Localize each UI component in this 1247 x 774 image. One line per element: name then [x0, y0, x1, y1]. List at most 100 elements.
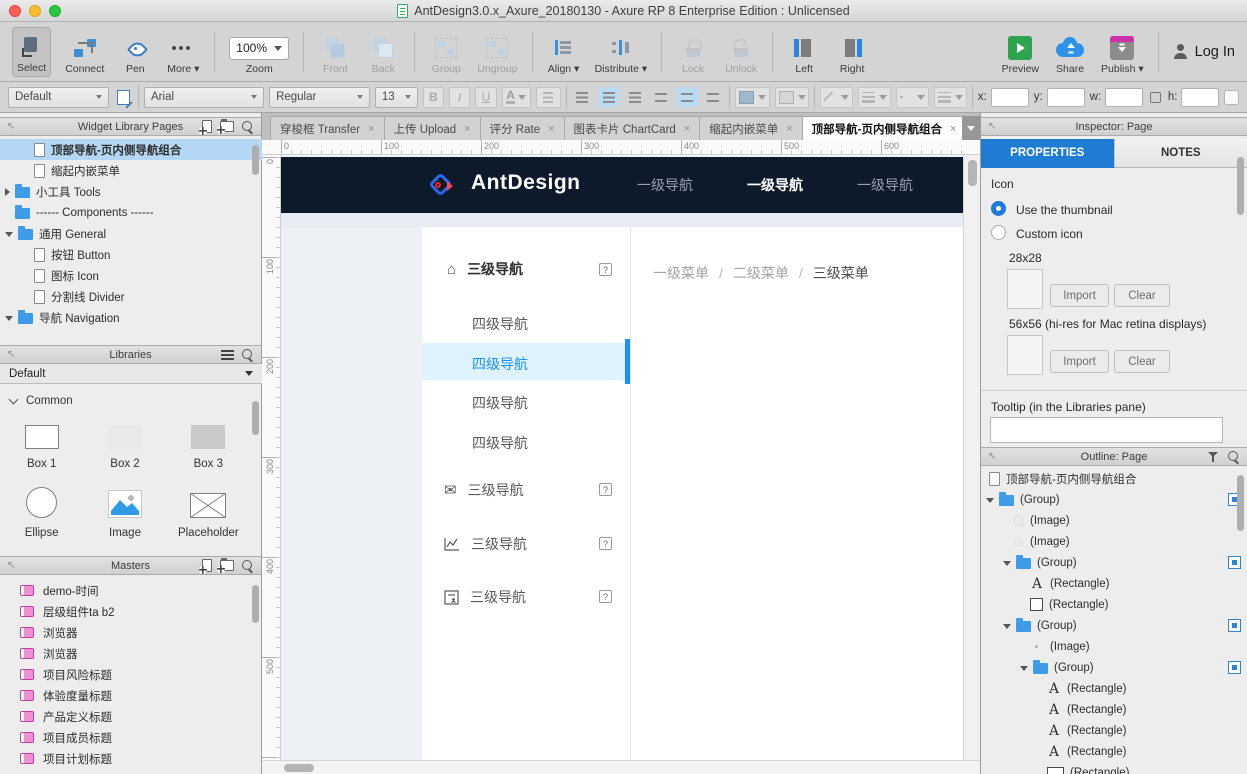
master-item[interactable]: 项目成员标题 [0, 727, 262, 748]
font-weight-select[interactable]: Regular [269, 86, 370, 108]
search-icon[interactable] [242, 559, 254, 572]
italic-button[interactable]: I [449, 86, 471, 108]
search-icon[interactable] [242, 348, 254, 361]
canvas-horizontal-scrollbar[interactable] [262, 760, 980, 774]
tree-item-page[interactable]: 顶部导航-页内侧导航组合 [0, 139, 262, 160]
align-button[interactable]: Align ▾ [547, 29, 581, 75]
tree-item-folder[interactable]: 导航 Navigation [0, 307, 262, 328]
distribute-button[interactable]: Distribute ▾ [595, 29, 647, 75]
clear-large-button[interactable]: Clear [1114, 350, 1170, 373]
collapse-arrow-icon[interactable] [1003, 560, 1011, 566]
x-input[interactable] [990, 87, 1029, 107]
minimize-window-button[interactable] [29, 5, 41, 17]
expand-arrow-icon[interactable] [5, 187, 10, 196]
widget-box1[interactable]: Box 1 [0, 415, 83, 470]
tab-close-icon[interactable]: × [786, 123, 792, 135]
collapse-panel-icon[interactable]: ↖ [988, 121, 996, 132]
tree-item-page[interactable]: 缩起内嵌菜单 [0, 160, 262, 181]
tab-notes[interactable]: NOTES [1114, 139, 1247, 168]
outline-item-image[interactable]: (Image) [981, 531, 1247, 552]
outline-item-rectangle[interactable]: A (Rectangle) [981, 741, 1247, 762]
widget-box3[interactable]: Box 3 [167, 415, 250, 470]
master-item[interactable]: 产品定义标题 [0, 706, 262, 727]
master-item[interactable]: 项目风险标题 [0, 664, 262, 685]
canvas-tab[interactable]: 缩起内嵌菜单 × [699, 116, 803, 140]
lock-button[interactable]: Lock [676, 29, 710, 75]
line-color-button[interactable] [820, 86, 854, 108]
tab-close-icon[interactable]: × [684, 123, 690, 135]
zoom-select[interactable]: 100% [229, 36, 290, 60]
collapse-arrow-icon[interactable] [986, 497, 994, 503]
tab-close-icon[interactable]: × [548, 123, 554, 135]
collapse-arrow-icon[interactable] [1003, 623, 1011, 629]
outline-item-rectangle[interactable]: A (Rectangle) [981, 678, 1247, 699]
widget-image[interactable]: Image [83, 484, 166, 539]
h-input[interactable] [1181, 87, 1220, 107]
scrollbar-thumb[interactable] [252, 585, 259, 623]
scrollbar-thumb[interactable] [1237, 157, 1244, 215]
menu-icon[interactable] [221, 349, 234, 360]
publish-button[interactable]: Publish ▾ [1101, 29, 1144, 75]
tab-close-icon[interactable]: × [464, 123, 470, 135]
menu-item-level4[interactable]: 四级导航 [472, 433, 528, 453]
edit-style-button[interactable] [114, 87, 133, 107]
line-weight-button[interactable] [858, 86, 892, 108]
font-family-select[interactable]: Arial [144, 86, 265, 108]
widget-box2[interactable]: Box 2 [83, 415, 166, 470]
outline-item-group[interactable]: (Group) [981, 657, 1247, 678]
align-top-button[interactable] [650, 87, 671, 107]
bold-button[interactable]: B [422, 86, 445, 108]
use-thumbnail-radio[interactable] [991, 201, 1006, 216]
canvas-tab[interactable]: 上传 Upload × [383, 116, 481, 140]
fill-color-button[interactable] [734, 86, 770, 108]
ungroup-button[interactable]: Ungroup [477, 29, 518, 75]
collapse-panel-icon[interactable]: ↖ [7, 560, 15, 571]
tree-item-page[interactable]: 按钮 Button [0, 244, 262, 265]
help-icon[interactable]: ? [599, 537, 612, 550]
master-item[interactable]: 层级组件ta b2 [0, 601, 262, 622]
add-master-icon[interactable] [199, 559, 212, 574]
align-text-center-button[interactable] [597, 87, 620, 107]
y-input[interactable] [1046, 87, 1085, 107]
format-extra-button[interactable] [1224, 89, 1239, 105]
help-icon[interactable]: ? [599, 590, 612, 603]
align-bottom-button[interactable] [703, 87, 724, 107]
menu-item-level3[interactable]: 三级导航 [444, 534, 527, 554]
bring-front-button[interactable]: Front [318, 29, 352, 75]
group-badge-icon[interactable] [1228, 556, 1241, 569]
breadcrumb-item[interactable]: 二级菜单 [733, 263, 789, 283]
background-color-button[interactable] [774, 86, 810, 108]
font-color-button[interactable]: A [501, 86, 531, 108]
outline-item-rectangle[interactable]: A (Rectangle) [981, 573, 1247, 594]
scrollbar-thumb[interactable] [968, 160, 977, 186]
breadcrumb-item[interactable]: 一级菜单 [653, 263, 709, 283]
scrollbar-thumb[interactable] [284, 764, 314, 772]
help-icon[interactable]: ? [599, 263, 612, 276]
align-right-button[interactable]: Right [835, 29, 869, 75]
search-icon[interactable] [242, 120, 254, 133]
tab-overflow-button[interactable] [962, 116, 980, 140]
master-item[interactable]: 浏览器 [0, 622, 262, 643]
unlock-button[interactable]: Unlock [724, 29, 758, 75]
outline-item-group[interactable]: (Group) [981, 489, 1247, 510]
align-middle-button[interactable] [676, 87, 698, 107]
canvas-tab[interactable]: 图表卡片 ChartCard × [563, 116, 701, 140]
close-window-button[interactable] [9, 5, 21, 17]
design-canvas[interactable]: AntDesign 一级导航 一级导航 一级导航 ⌂ 三级导航 ? 四级导航 四… [281, 155, 963, 760]
more-tools-button[interactable]: More ▾ [166, 29, 200, 75]
collapse-panel-icon[interactable]: ↖ [7, 349, 15, 360]
align-text-left-button[interactable] [572, 87, 593, 107]
line-spacing-button[interactable] [535, 86, 561, 108]
add-folder-icon[interactable] [217, 119, 234, 134]
canvas-tab[interactable]: 评分 Rate × [479, 116, 565, 140]
share-button[interactable]: Share [1053, 29, 1087, 75]
connect-tool-button[interactable]: Connect [65, 29, 104, 75]
import-large-button[interactable]: Import [1050, 350, 1109, 373]
collapse-panel-icon[interactable]: ↖ [7, 121, 15, 132]
menu-item-level4[interactable]: 四级导航 [472, 393, 528, 413]
group-badge-icon[interactable] [1228, 619, 1241, 632]
constrain-proportions-icon[interactable] [1150, 91, 1161, 103]
widget-ellipse[interactable]: Ellipse [0, 484, 83, 539]
outline-item-group[interactable]: (Group) [981, 552, 1247, 573]
outline-item-rectangle[interactable]: A (Rectangle) [981, 699, 1247, 720]
